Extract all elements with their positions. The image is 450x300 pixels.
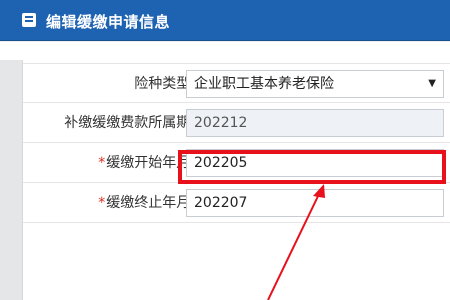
end-month-label: *缓缴终止年月: [98, 195, 195, 211]
dialog-header: 编辑缓缴申请信息 [0, 0, 450, 41]
edit-list-icon [22, 13, 36, 27]
end-month-input[interactable]: 202207 [186, 189, 444, 217]
highlight-box [178, 150, 446, 184]
deferral-form: 险种类型: 企业职工基本养老保险 ▼ 补缴缓缴费款所属期: 202212 *缓缴… [23, 63, 450, 225]
form-row-end-month: *缓缴终止年月: 202207 [23, 183, 450, 223]
left-edge-strip [0, 60, 23, 300]
dialog-title: 编辑缓缴申请信息 [46, 13, 171, 31]
form-row-period: 补缴缓缴费款所属期: 202212 [23, 103, 450, 143]
required-mark: * [98, 195, 106, 211]
insurance-type-select[interactable]: 企业职工基本养老保险 ▼ [186, 70, 444, 98]
form-row-insurance-type: 险种类型: 企业职工基本养老保险 ▼ [23, 63, 450, 103]
end-month-value: 202207 [194, 195, 248, 211]
dropdown-arrow-icon[interactable]: ▼ [428, 71, 436, 97]
period-field: 202212 [186, 109, 444, 137]
dialog-blank-area [23, 228, 450, 300]
required-mark: * [98, 155, 106, 171]
period-value: 202212 [194, 115, 248, 131]
insurance-type-value: 企业职工基本养老保险 [194, 76, 334, 92]
period-label: 补缴缓缴费款所属期: [64, 115, 195, 131]
